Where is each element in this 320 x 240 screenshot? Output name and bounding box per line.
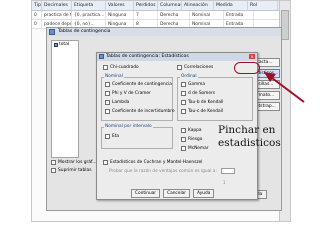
- checkbox[interactable]: [105, 91, 110, 96]
- callout-line: Pinchar en: [218, 124, 276, 136]
- checkbox[interactable]: [105, 82, 110, 87]
- col-header: Perdidos: [134, 1, 158, 10]
- group-label: Ordinal: [180, 74, 198, 79]
- grid-cell[interactable]: 0: [32, 11, 42, 19]
- phi-cramer-option[interactable]: Phi y V de Cramer: [105, 91, 151, 96]
- option-label: Suprimir tablas: [58, 168, 92, 173]
- dialog-title: Tablas de contingencia: [58, 29, 111, 34]
- instruction-callout: Pinchar en estadisticos: [218, 124, 281, 150]
- somers-d-option[interactable]: d de Somers: [181, 91, 215, 96]
- col-header: Decimales: [42, 1, 72, 10]
- dialog-titlebar: Tablas de contingencia: Estadísticos ×: [97, 53, 257, 61]
- kendall-tau-c-option[interactable]: Tau-c de Kendall: [181, 109, 223, 114]
- checkbox[interactable]: [105, 134, 110, 139]
- col-header: Valores: [106, 1, 134, 10]
- group-label: Nominal: [104, 74, 124, 79]
- grid-cell[interactable]: practica de tenis: [42, 11, 72, 19]
- scale-variable-icon: [54, 42, 58, 47]
- suppress-tables-option[interactable]: Suprimir tablas: [51, 168, 91, 173]
- checkbox[interactable]: [181, 109, 186, 114]
- option-label: Chi-cuadrado: [110, 65, 139, 70]
- grid-cell[interactable]: Nominal: [190, 11, 224, 19]
- cochran-mantel-haenszel-option[interactable]: Estadísticos de Cochran y Mantel-Haensze…: [103, 160, 202, 165]
- grid-cell[interactable]: 0: [32, 20, 42, 28]
- highlight-ellipse: [234, 62, 260, 74]
- option-label: Coeficiente de contingencia: [112, 82, 172, 87]
- option-label: Correlaciones: [184, 65, 214, 70]
- checkbox[interactable]: [105, 100, 110, 105]
- option-label: Lambda: [112, 100, 130, 105]
- grid-cell[interactable]: {0, practica...: [72, 11, 106, 19]
- checkbox[interactable]: [181, 128, 186, 133]
- checkbox[interactable]: [177, 65, 182, 70]
- option-label: Gamma: [188, 82, 205, 87]
- option-label: Estadísticos de Cochran y Mantel-Haensze…: [110, 160, 203, 165]
- option-label: Riesgo: [188, 137, 203, 142]
- col-header: Etiqueta: [72, 1, 106, 10]
- col-header: Columnas: [160, 1, 182, 10]
- eta-option[interactable]: Eta: [105, 134, 119, 139]
- variable-grid-header: Tipo Decimales Etiqueta Valores Perdidos…: [32, 1, 290, 11]
- help-button[interactable]: Ayuda: [193, 189, 215, 198]
- variable-name: total: [59, 42, 70, 47]
- option-label: d de Somers: [188, 91, 216, 96]
- checkbox[interactable]: [51, 168, 56, 173]
- option-label: Tau-c de Kendall: [188, 109, 224, 114]
- option-label: McNemar: [188, 146, 209, 151]
- grid-cell[interactable]: Derecha: [158, 11, 190, 19]
- gamma-option[interactable]: Gamma: [181, 82, 205, 87]
- group-label: Nominal por intervalo: [104, 124, 153, 129]
- col-header: Rol: [248, 1, 278, 10]
- uncertainty-coefficient-option[interactable]: Coeficiente de incertidumbre: [105, 109, 175, 114]
- col-header: Alineación: [182, 1, 214, 10]
- grid-cell[interactable]: Entrada: [224, 11, 254, 19]
- cancel-button[interactable]: Cancelar: [163, 189, 191, 198]
- common-odds-ratio-label: Probar que la razón de ventajas común es…: [109, 169, 217, 174]
- app-icon: [49, 29, 55, 35]
- checkbox[interactable]: [181, 91, 186, 96]
- option-label: Phi y V de Cramer: [112, 91, 151, 96]
- contingency-coefficient-option[interactable]: Coeficiente de contingencia: [105, 82, 172, 87]
- option-label: Coeficiente de incertidumbre: [112, 109, 175, 114]
- callout-line: estadisticos: [218, 137, 281, 149]
- clustered-bar-option[interactable]: Mostrar los gráf...: [51, 160, 96, 165]
- option-label: Tau-b de Kendall: [188, 100, 224, 105]
- option-label: Kappa: [188, 128, 202, 133]
- grid-cell[interactable]: Ninguna: [106, 11, 134, 19]
- grid-cell[interactable]: 7: [134, 11, 158, 19]
- col-header: Tipo: [34, 1, 42, 10]
- option-label: Eta: [112, 134, 120, 139]
- checkbox[interactable]: [51, 160, 56, 165]
- table-row[interactable]: 0 practica de tenis {0, practica... Ning…: [32, 11, 290, 20]
- kendall-tau-b-option[interactable]: Tau-b de Kendall: [181, 100, 223, 105]
- kappa-option[interactable]: Kappa: [181, 128, 201, 133]
- checkbox[interactable]: [181, 146, 186, 151]
- option-label: Probar que la razón de ventajas común es…: [109, 169, 217, 174]
- close-icon[interactable]: ×: [249, 54, 255, 59]
- risk-option[interactable]: Riesgo: [181, 137, 202, 142]
- dialog-titlebar: Tablas de contingencia: [47, 28, 281, 36]
- dialog-title: Tablas de contingencia: Estadísticos: [106, 54, 189, 59]
- checkbox[interactable]: [181, 100, 186, 105]
- chi-square-option[interactable]: Chi-cuadrado: [103, 65, 139, 70]
- checkbox[interactable]: [105, 109, 110, 114]
- continue-button[interactable]: Continuar: [131, 189, 161, 198]
- scrollbar-thumb[interactable]: [281, 10, 289, 40]
- col-header: Medida: [214, 1, 248, 10]
- mcnemar-option[interactable]: McNemar: [181, 146, 209, 151]
- checkbox[interactable]: [181, 137, 186, 142]
- correlations-option[interactable]: Correlaciones: [177, 65, 213, 70]
- app-icon: [99, 54, 104, 59]
- variable-list[interactable]: total: [51, 40, 79, 158]
- dialog-button-row: Continuar Cancelar Ayuda: [131, 189, 215, 198]
- list-item[interactable]: total: [52, 41, 78, 48]
- checkbox[interactable]: [181, 82, 186, 87]
- field-value: 1: [223, 180, 226, 185]
- lambda-option[interactable]: Lambda: [105, 100, 129, 105]
- option-label: Mostrar los gráf...: [58, 160, 97, 165]
- odds-ratio-field[interactable]: 1: [221, 168, 235, 185]
- checkbox[interactable]: [103, 160, 108, 165]
- checkbox[interactable]: [103, 65, 108, 70]
